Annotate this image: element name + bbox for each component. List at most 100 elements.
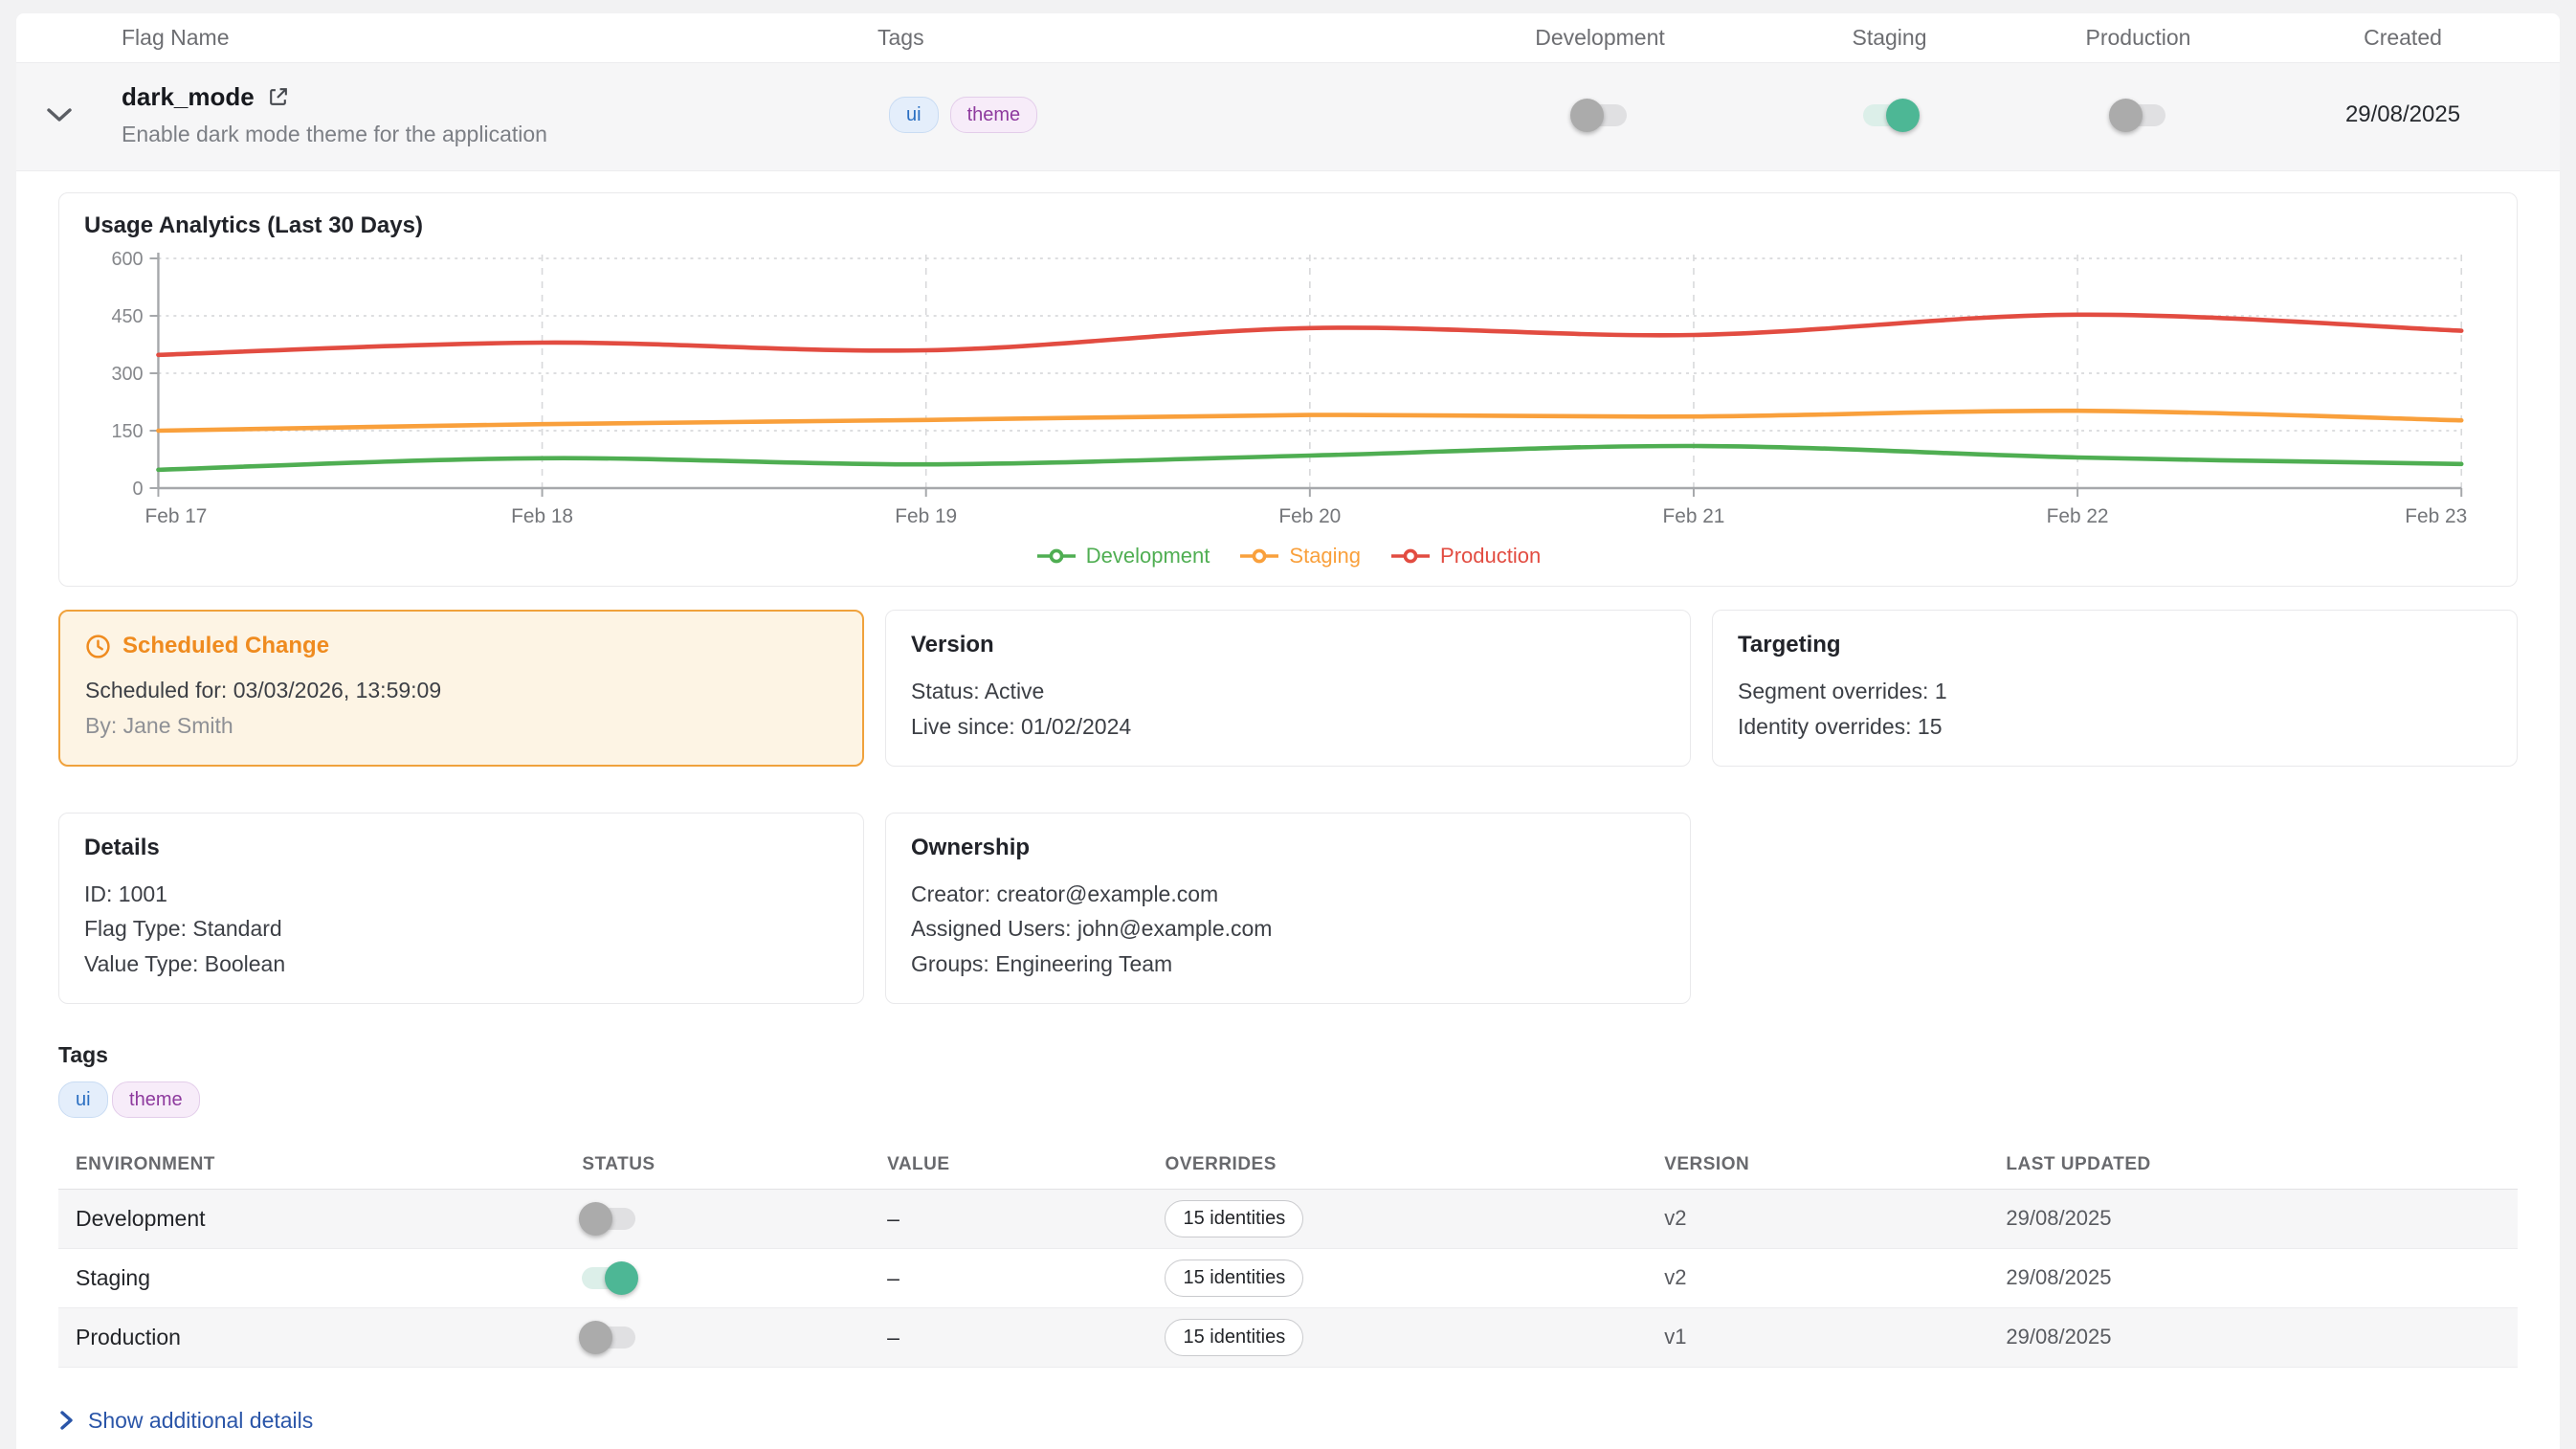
- flag-name: dark_mode: [122, 82, 255, 112]
- development-toggle-cell: [1452, 104, 1748, 126]
- svg-text:600: 600: [111, 249, 143, 270]
- version-card: Version Status: Active Live since: 01/02…: [885, 610, 1691, 767]
- details-value-type: Value Type: Boolean: [84, 947, 838, 982]
- svg-text:450: 450: [111, 306, 143, 327]
- flag-detail-panel: Usage Analytics (Last 30 Days) 015030045…: [16, 171, 2560, 1449]
- details-flag-type: Flag Type: Standard: [84, 911, 838, 947]
- ownership-card-title: Ownership: [911, 835, 1665, 861]
- env-col-environment: ENVIRONMENT: [58, 1154, 582, 1175]
- legend-marker-icon: [1035, 548, 1077, 564]
- empty-grid-cell: [1712, 813, 2518, 1004]
- toggle-knob: [605, 1261, 638, 1295]
- scheduled-for-text: Scheduled for: 03/03/2026, 13:59:09: [85, 673, 837, 708]
- flag-tags-cell: ui theme: [877, 97, 1452, 133]
- tags-section-title: Tags: [58, 1042, 2518, 1068]
- usage-analytics-card: Usage Analytics (Last 30 Days) 015030045…: [58, 192, 2518, 587]
- column-production: Production: [2031, 25, 2246, 51]
- svg-text:300: 300: [111, 364, 143, 385]
- svg-text:150: 150: [111, 421, 143, 442]
- details-id: ID: 1001: [84, 877, 838, 912]
- env-col-last-updated: LAST UPDATED: [2006, 1154, 2518, 1175]
- toggle-knob: [579, 1321, 612, 1354]
- created-date: 29/08/2025: [2246, 101, 2560, 128]
- scheduled-change-card: Scheduled Change Scheduled for: 03/03/20…: [58, 610, 864, 767]
- production-toggle[interactable]: [2112, 104, 2165, 126]
- environments-table: ENVIRONMENT STATUS VALUE OVERRIDES VERSI…: [58, 1154, 2518, 1368]
- legend-marker-icon: [1389, 548, 1432, 564]
- table-row-staging: Staging – 15 identities v2 29/08/2025: [58, 1249, 2518, 1308]
- ownership-creator: Creator: creator@example.com: [911, 877, 1665, 912]
- show-additional-details-label: Show additional details: [88, 1408, 313, 1434]
- legend-label: Production: [1440, 544, 1541, 568]
- tag-theme: theme: [950, 97, 1038, 133]
- legend-label: Development: [1086, 544, 1210, 568]
- env-col-value: VALUE: [887, 1154, 1165, 1175]
- development-status-toggle[interactable]: [582, 1208, 635, 1230]
- env-name: Staging: [58, 1265, 582, 1291]
- production-toggle-cell: [2031, 104, 2246, 126]
- env-version: v1: [1664, 1325, 2006, 1349]
- column-tags: Tags: [877, 25, 1452, 51]
- env-last-updated: 29/08/2025: [2006, 1265, 2518, 1290]
- ownership-assigned-users: Assigned Users: john@example.com: [911, 911, 1665, 947]
- ownership-card: Ownership Creator: creator@example.com A…: [885, 813, 1691, 1004]
- staging-toggle-cell: [1748, 104, 2031, 126]
- env-col-overrides: OVERRIDES: [1165, 1154, 1664, 1175]
- svg-text:Feb 21: Feb 21: [1663, 505, 1725, 527]
- svg-text:Feb 19: Feb 19: [895, 505, 957, 527]
- targeting-card: Targeting Segment overrides: 1 Identity …: [1712, 610, 2518, 767]
- svg-text:Feb 22: Feb 22: [2047, 505, 2109, 527]
- flag-name-cell: dark_mode Enable dark mode theme for the…: [102, 82, 877, 147]
- chevron-down-icon: [45, 106, 74, 123]
- env-value: –: [887, 1206, 1165, 1232]
- identities-overrides-button[interactable]: 15 identities: [1165, 1319, 1303, 1356]
- scheduled-change-title: Scheduled Change: [122, 633, 329, 659]
- column-staging: Staging: [1748, 25, 2031, 51]
- identities-overrides-button[interactable]: 15 identities: [1165, 1200, 1303, 1237]
- staging-status-toggle[interactable]: [582, 1267, 635, 1289]
- legend-marker-icon: [1238, 548, 1280, 564]
- development-toggle[interactable]: [1573, 104, 1627, 126]
- chevron-right-icon: [58, 1408, 75, 1433]
- environments-table-header: ENVIRONMENT STATUS VALUE OVERRIDES VERSI…: [58, 1154, 2518, 1190]
- production-status-toggle[interactable]: [582, 1326, 635, 1349]
- show-additional-details-link[interactable]: Show additional details: [58, 1408, 2518, 1434]
- column-development: Development: [1452, 25, 1748, 51]
- version-card-title: Version: [911, 632, 1665, 658]
- identity-overrides: Identity overrides: 15: [1738, 709, 2492, 745]
- details-card-title: Details: [84, 835, 838, 861]
- version-live-since: Live since: 01/02/2024: [911, 709, 1665, 745]
- info-cards: Scheduled Change Scheduled for: 03/03/20…: [58, 610, 2518, 1004]
- toggle-knob: [1570, 99, 1604, 132]
- toggle-knob: [1886, 99, 1920, 132]
- external-link-icon[interactable]: [266, 85, 290, 109]
- env-name: Production: [58, 1325, 582, 1350]
- env-version: v2: [1664, 1265, 2006, 1290]
- svg-text:Feb 23: Feb 23: [2405, 505, 2467, 527]
- legend-item-production[interactable]: Production: [1389, 544, 1541, 568]
- scheduled-by-text: By: Jane Smith: [85, 708, 837, 744]
- tag-ui: ui: [58, 1081, 108, 1118]
- targeting-card-title: Targeting: [1738, 632, 2492, 658]
- env-name: Development: [58, 1206, 582, 1232]
- svg-text:0: 0: [133, 479, 144, 500]
- legend-label: Staging: [1289, 544, 1361, 568]
- details-card: Details ID: 1001 Flag Type: Standard Val…: [58, 813, 864, 1004]
- svg-text:Feb 20: Feb 20: [1278, 505, 1341, 527]
- column-created: Created: [2246, 25, 2560, 51]
- env-value: –: [887, 1265, 1165, 1291]
- env-version: v2: [1664, 1206, 2006, 1231]
- chart-legend: Development Staging Production: [84, 540, 2492, 572]
- flag-row-dark-mode[interactable]: dark_mode Enable dark mode theme for the…: [16, 63, 2560, 171]
- env-value: –: [887, 1325, 1165, 1350]
- expand-collapse-button[interactable]: [16, 106, 102, 123]
- identities-overrides-button[interactable]: 15 identities: [1165, 1260, 1303, 1297]
- flag-description: Enable dark mode theme for the applicati…: [102, 122, 877, 147]
- toggle-knob: [579, 1202, 612, 1236]
- tag-theme: theme: [112, 1081, 200, 1118]
- version-status: Status: Active: [911, 674, 1665, 709]
- staging-toggle[interactable]: [1863, 104, 1917, 126]
- svg-text:Feb 18: Feb 18: [511, 505, 573, 527]
- legend-item-staging[interactable]: Staging: [1238, 544, 1361, 568]
- legend-item-development[interactable]: Development: [1035, 544, 1210, 568]
